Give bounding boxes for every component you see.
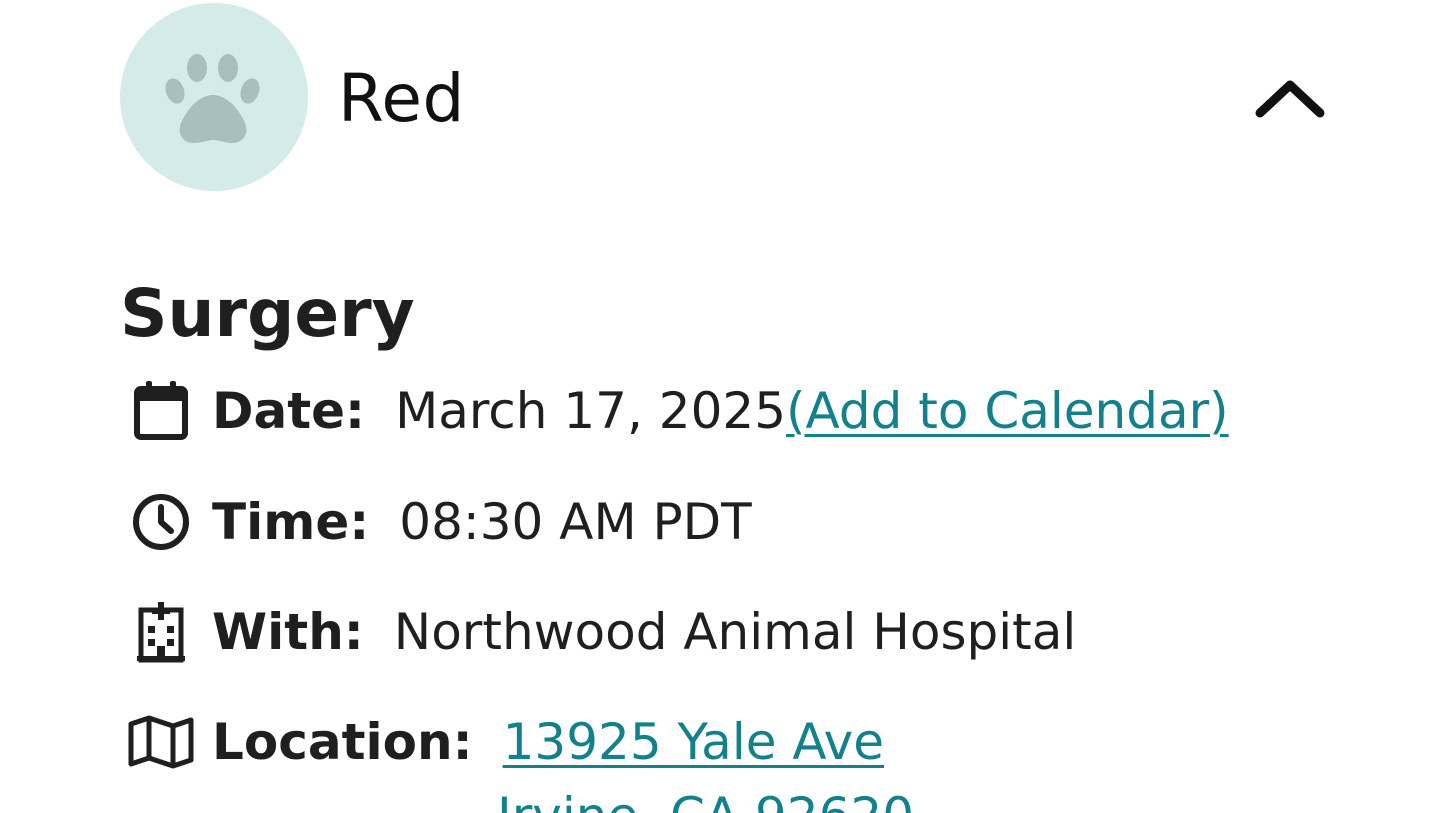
with-value: Northwood Animal Hospital bbox=[393, 603, 1077, 661]
pet-header[interactable]: Red bbox=[120, 3, 1330, 191]
hospital-icon bbox=[126, 597, 196, 667]
add-to-calendar-link[interactable]: (Add to Calendar) bbox=[786, 382, 1229, 440]
with-label: With: bbox=[212, 603, 364, 661]
location-row: Location: 13925 Yale Ave bbox=[126, 706, 884, 778]
pet-avatar bbox=[120, 3, 308, 191]
time-value: 08:30 AM PDT bbox=[399, 493, 752, 551]
collapse-button[interactable] bbox=[1250, 67, 1330, 131]
calendar-icon bbox=[126, 376, 196, 446]
appointment-type: Surgery bbox=[120, 275, 415, 352]
date-value: March 17, 2025 bbox=[395, 382, 787, 440]
paw-icon bbox=[165, 54, 260, 143]
clock-icon bbox=[126, 487, 196, 557]
chevron-up-icon bbox=[1255, 80, 1325, 118]
time-label: Time: bbox=[212, 493, 370, 551]
location-label: Location: bbox=[212, 713, 473, 771]
time-row: Time: 08:30 AM PDT bbox=[126, 486, 752, 558]
address-line1-link[interactable]: 13925 Yale Ave bbox=[503, 713, 884, 771]
appointment-card: Red Surgery Date: March 17, 2025 (Add to… bbox=[0, 0, 1440, 813]
map-icon bbox=[126, 707, 196, 777]
date-row: Date: March 17, 2025 (Add to Calendar) bbox=[126, 375, 1229, 447]
address-line2-link[interactable]: Irvine, CA 92620 bbox=[497, 786, 914, 813]
with-row: With: Northwood Animal Hospital bbox=[126, 596, 1076, 668]
pet-name: Red bbox=[338, 60, 465, 137]
date-label: Date: bbox=[212, 382, 366, 440]
